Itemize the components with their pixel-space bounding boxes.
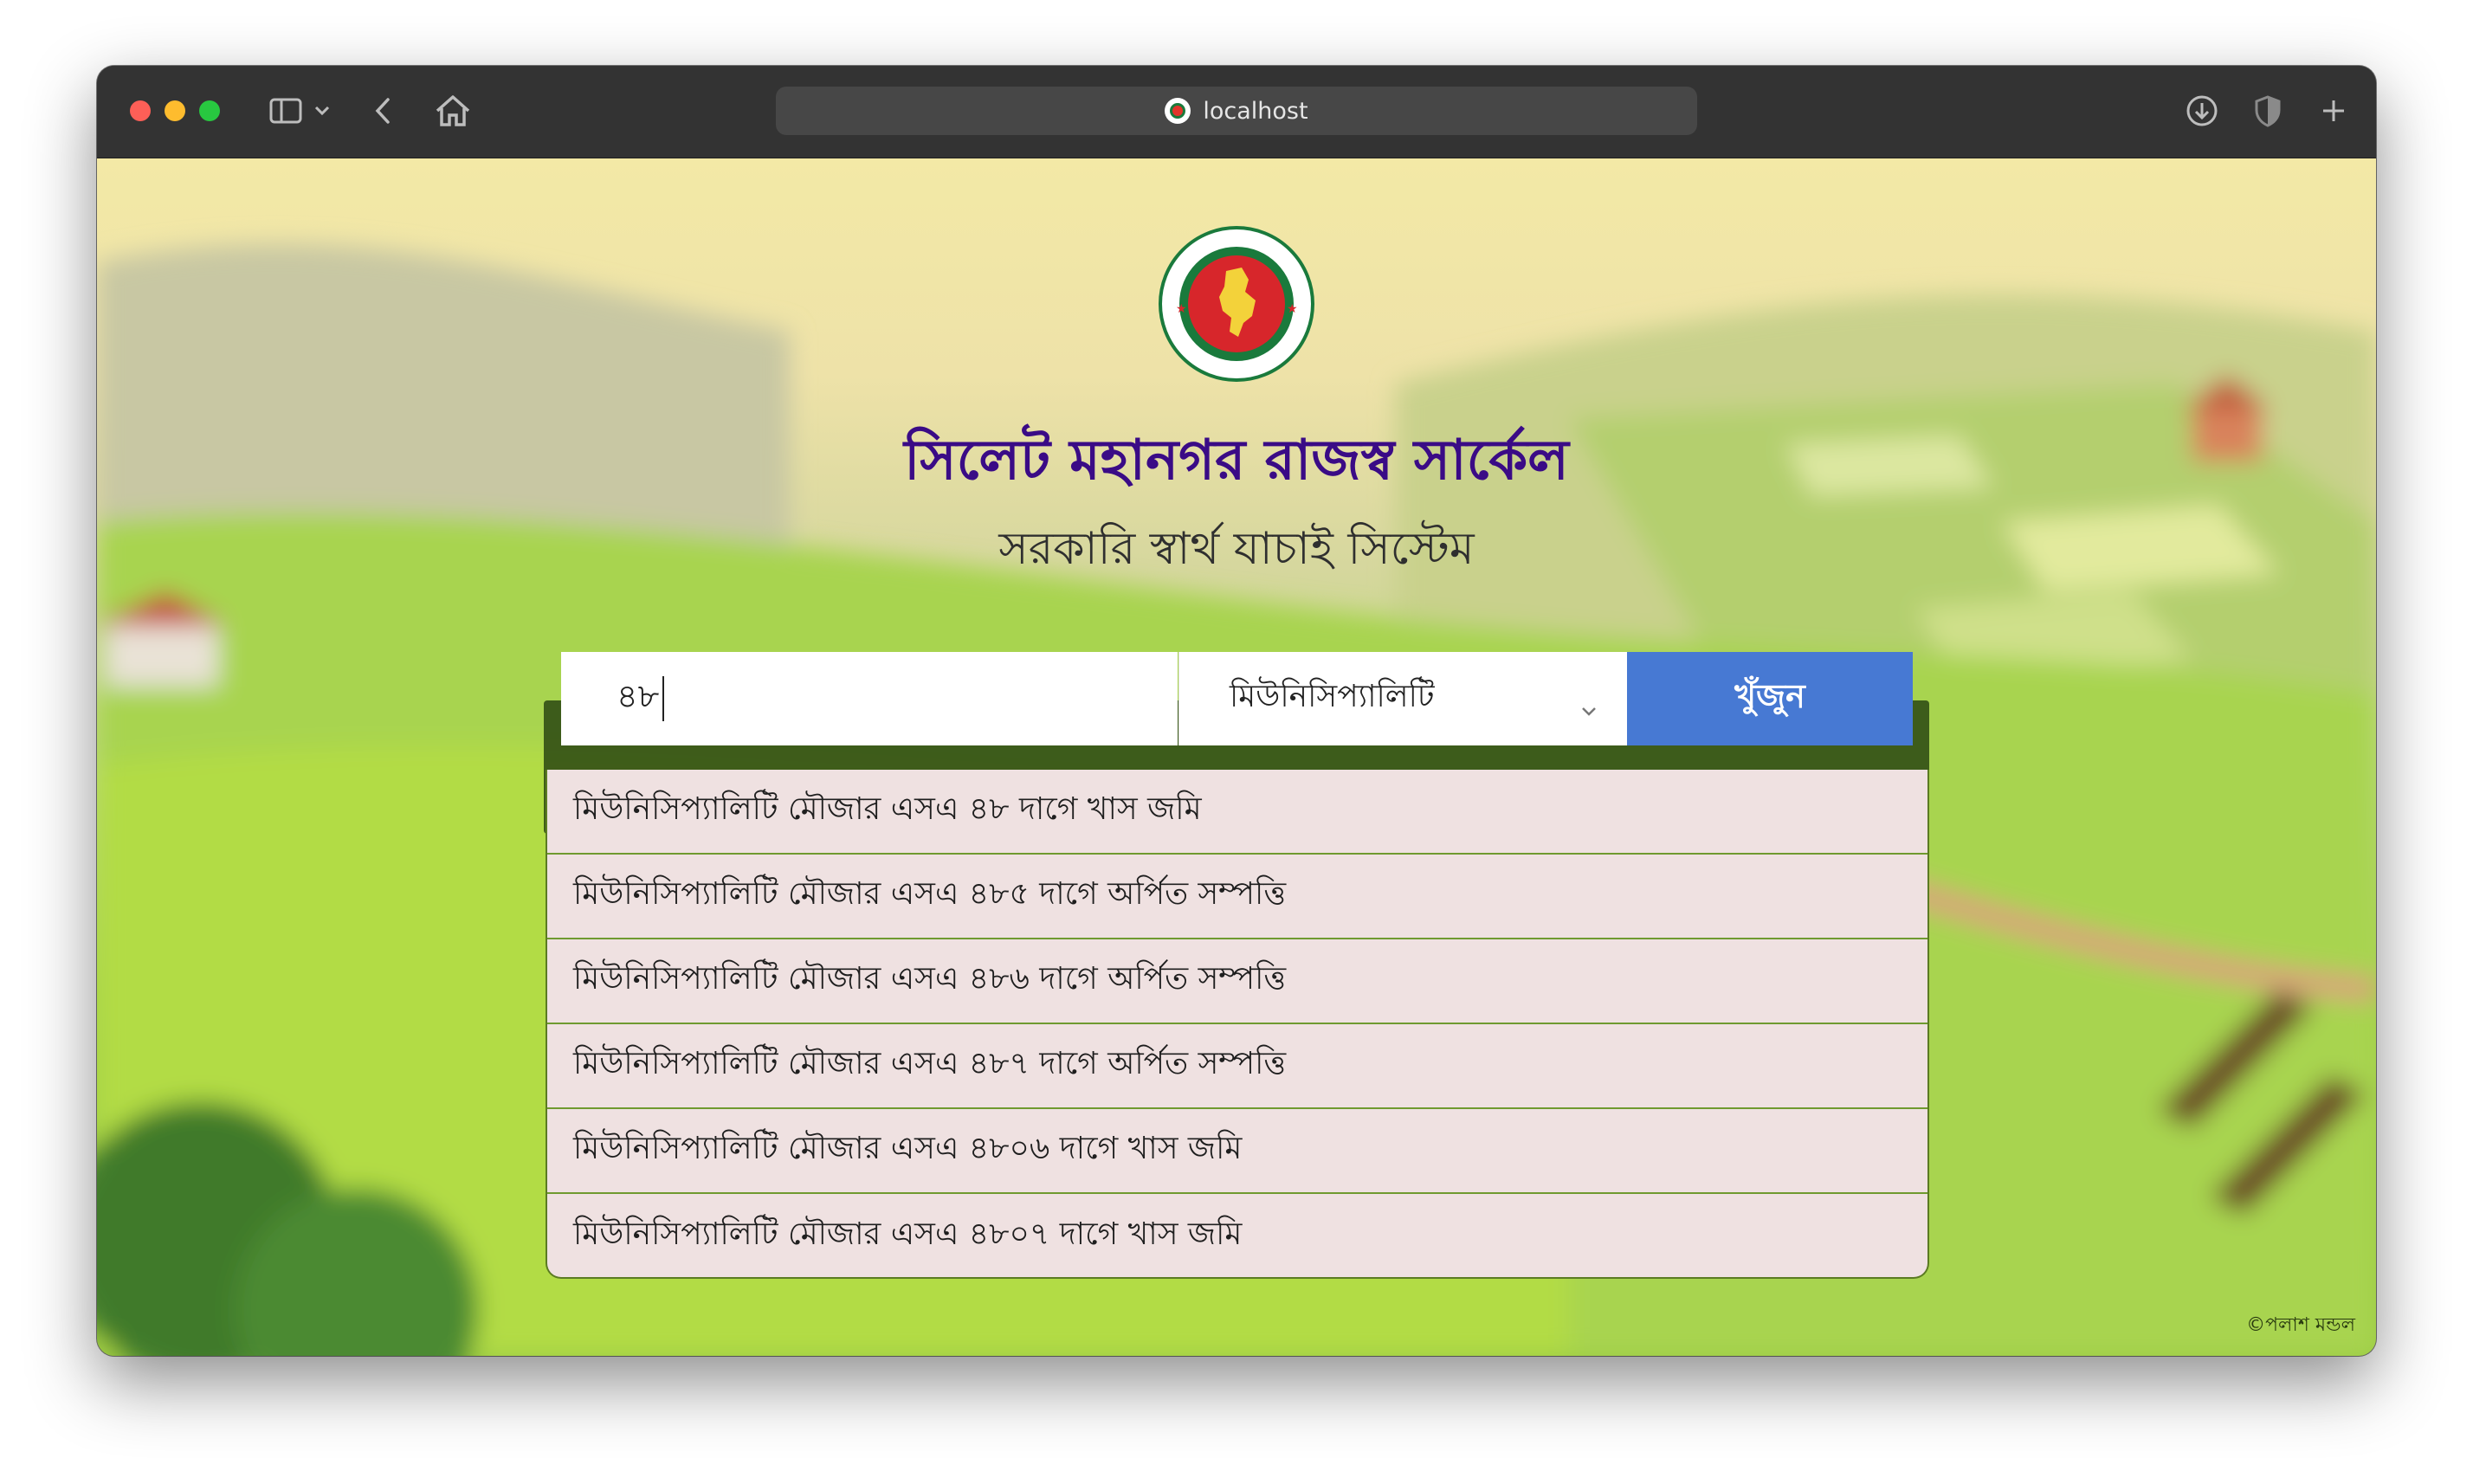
area-select-value: মিউনিসিপ্যালিটি [1230,679,1435,714]
result-item[interactable]: মিউনিসিপ্যালিটি মৌজার এসএ ৪৮০৬ দাগে খাস … [547,1109,1927,1194]
chevron-down-icon[interactable] [310,90,334,132]
site-favicon-icon [1165,98,1191,124]
autocomplete-results: মিউনিসিপ্যালিটি মৌজার এসএ ৪৮ দাগে খাস জম… [546,770,1929,1279]
chevron-down-icon [1580,690,1598,726]
address-bar[interactable]: localhost [776,87,1697,135]
area-select-dropdown[interactable]: মিউনিসিপ্যালিটি [1178,652,1627,745]
page-subtitle: সরকারি স্বার্থ যাচাই সিস্টেম [998,523,1475,575]
svg-text:★: ★ [1176,302,1187,316]
result-item[interactable]: মিউনিসিপ্যালিটি মৌজার এসএ ৪৮ দাগে খাস জম… [547,770,1927,855]
search-input[interactable]: ৪৮ [561,652,1178,745]
shield-icon[interactable] [2248,90,2288,132]
svg-text:★: ★ [1287,302,1298,316]
close-window-button[interactable] [130,100,151,121]
search-button[interactable]: খুঁজুন [1627,652,1913,745]
home-icon[interactable] [431,90,475,132]
new-tab-plus-icon[interactable] [2314,90,2354,132]
government-seal-logo: ★ ★ [1159,226,1314,382]
result-item[interactable]: মিউনিসিপ্যালিটি মৌজার এসএ ৪৮৬ দাগে অর্পি… [547,939,1927,1024]
footer-credit: ©পলাশ মন্ডল [2246,1314,2355,1336]
browser-toolbar: localhost [97,66,2376,158]
zoom-window-button[interactable] [199,100,220,121]
search-input-value: ৪৮ [617,677,660,715]
back-icon[interactable] [365,90,400,132]
address-url: localhost [1203,97,1308,125]
minimize-window-button[interactable] [165,100,185,121]
download-icon[interactable] [2182,90,2222,132]
result-item[interactable]: মিউনিসিপ্যালিটি মৌজার এসএ ৪৮৫ দাগে অর্পি… [547,855,1927,939]
page-title: সিলেট মহানগর রাজস্ব সার্কেল [904,428,1569,493]
result-item[interactable]: মিউনিসিপ্যালিটি মৌজার এসএ ৪৮৭ দাগে অর্পি… [547,1024,1927,1109]
result-item[interactable]: মিউনিসিপ্যালিটি মৌজার এসএ ৪৮০৭ দাগে খাস … [547,1194,1927,1277]
sidebar-icon[interactable] [267,90,305,132]
text-caret [662,676,665,721]
